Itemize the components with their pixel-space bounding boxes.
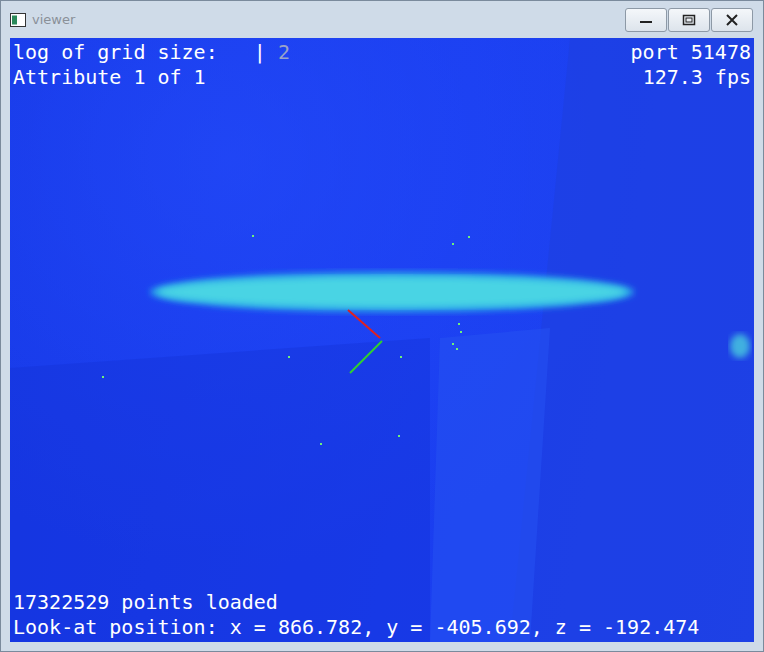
- maximize-button[interactable]: [668, 8, 710, 32]
- point-cloud-viewport[interactable]: log of grid size: | 2 port 51478 Attribu…: [10, 38, 754, 642]
- grid-size-cursor: |: [254, 40, 266, 64]
- grid-size-value[interactable]: 2: [278, 40, 290, 64]
- window-title: viewer: [32, 12, 619, 27]
- minimize-button[interactable]: [625, 8, 667, 32]
- port-label: port 51478: [631, 40, 751, 65]
- y-axis-icon: [350, 341, 382, 373]
- minimize-icon: [639, 15, 653, 25]
- look-at-label: Look-at position: x = 866.782, y = -405.…: [13, 615, 699, 640]
- hud-top-row: log of grid size: | 2 port 51478: [13, 40, 751, 65]
- restore-icon: [682, 14, 696, 26]
- fps-label: 127.3 fps: [643, 65, 751, 90]
- app-icon: [10, 13, 26, 27]
- grid-size-label: log of grid size:: [13, 40, 218, 64]
- grid-size-readout: log of grid size: | 2: [13, 40, 290, 65]
- points-loaded-label: 17322529 points loaded: [13, 590, 278, 615]
- viewer-window: viewer: [0, 0, 764, 652]
- point-cloud-scene: [10, 38, 754, 642]
- title-bar: viewer: [1, 1, 763, 38]
- close-button[interactable]: [711, 8, 753, 32]
- hud-second-row: Attribute 1 of 1 127.3 fps: [13, 65, 751, 90]
- x-axis-icon: [348, 310, 380, 338]
- attribute-label: Attribute 1 of 1: [13, 65, 206, 90]
- close-icon: [725, 14, 739, 26]
